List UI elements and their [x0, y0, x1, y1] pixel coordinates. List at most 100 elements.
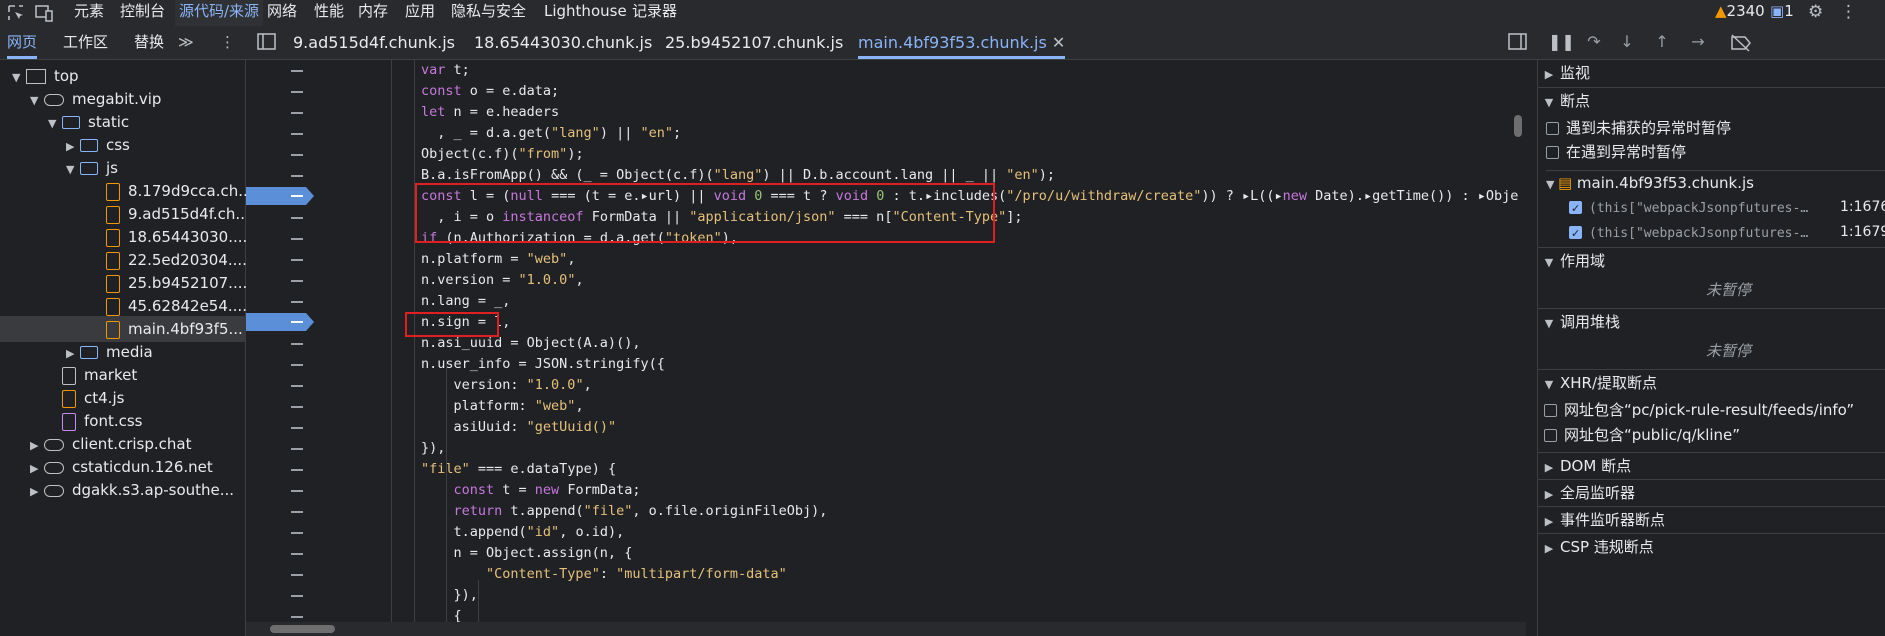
line-marker[interactable] — [291, 448, 303, 450]
breakpoint-item[interactable]: (this["webpackJsonpfutures-… — [1569, 195, 1808, 221]
section-csp-breakpoints[interactable]: ▶ CSP 违规断点 — [1538, 533, 1885, 561]
line-marker[interactable] — [291, 343, 303, 345]
tab-workspace[interactable]: 工作区 — [63, 26, 108, 59]
tab-page[interactable]: 网页 — [7, 26, 38, 59]
toggle-navigator-icon[interactable] — [257, 33, 277, 51]
tab-elements[interactable]: 元素 — [74, 0, 104, 26]
deactivate-breakpoints-icon[interactable] — [1730, 34, 1752, 52]
tab-network[interactable]: 网络 — [267, 0, 297, 26]
code-editor[interactable]: var t; const o = e.data; let n = e.headers… — [246, 60, 1526, 636]
messages-badge[interactable]: ▣1 — [1770, 2, 1794, 20]
line-marker[interactable] — [291, 301, 303, 303]
chevron-right-icon: ▶ — [1544, 542, 1554, 555]
folder-icon — [80, 346, 98, 359]
editor-tab-18-chunk[interactable]: 18.65443030.chunk.js — [474, 26, 652, 59]
section-event-listener-breakpoints[interactable]: ▶ 事件监听器断点 — [1538, 506, 1885, 534]
pause-uncaught-row[interactable]: 遇到未捕获的异常时暂停 — [1546, 116, 1731, 140]
line-marker[interactable] — [291, 553, 303, 555]
horizontal-scroll-thumb[interactable] — [270, 625, 335, 633]
settings-gear-icon[interactable]: ⚙ — [1808, 2, 1823, 22]
warnings-badge[interactable]: ▲2340 — [1715, 2, 1765, 20]
line-marker[interactable] — [291, 595, 303, 597]
xhr-breakpoint-checkbox[interactable] — [1544, 404, 1557, 417]
line-marker[interactable] — [291, 427, 303, 429]
line-marker[interactable] — [291, 154, 303, 156]
tab-lighthouse[interactable]: Lighthouse — [544, 0, 627, 26]
code-line: if (n.Authorization = d.a.get("token"), — [421, 230, 739, 246]
line-marker[interactable] — [291, 91, 303, 93]
line-marker[interactable] — [291, 511, 303, 513]
line-marker[interactable] — [291, 385, 303, 387]
navigator-menu-icon[interactable]: ⋮ — [220, 26, 235, 59]
section-breakpoints[interactable]: ▼ 断点 — [1538, 87, 1885, 115]
tab-memory[interactable]: 内存 — [358, 0, 388, 26]
chevron-right-icon[interactable]: ▶ — [30, 479, 44, 505]
tab-privacy-security[interactable]: 隐私与安全 — [451, 0, 526, 26]
tab-application[interactable]: 应用 — [405, 0, 435, 26]
message-icon: ▣ — [1770, 2, 1785, 20]
step-into-icon[interactable]: ↓ — [1617, 32, 1637, 52]
breakpoint-file-row[interactable]: ▼ ▤ main.4bf93f53.chunk.js — [1546, 170, 1885, 195]
line-marker[interactable] — [291, 490, 303, 492]
more-options-icon[interactable]: ⋮ — [1840, 2, 1857, 22]
section-global-listeners[interactable]: ▶ 全局监听器 — [1538, 479, 1885, 507]
line-marker[interactable] — [291, 112, 303, 114]
tab-sources[interactable]: 源代码/来源 — [175, 0, 264, 29]
breakpoint-marker[interactable] — [246, 187, 314, 205]
breakpoint-marker[interactable] — [246, 313, 314, 331]
section-scope[interactable]: ▼ 作用域 — [1538, 247, 1885, 275]
line-marker[interactable] — [291, 70, 303, 72]
breakpoint-checkbox[interactable] — [1569, 197, 1582, 221]
folder-icon — [80, 139, 98, 152]
line-marker[interactable] — [291, 133, 303, 135]
xhr-breakpoint-item[interactable]: 网址包含“pc/pick-rule-result/feeds/info” — [1544, 398, 1854, 422]
section-callstack[interactable]: ▼ 调用堆栈 — [1538, 308, 1885, 336]
pause-caught-checkbox[interactable] — [1546, 146, 1559, 159]
line-marker[interactable] — [291, 259, 303, 261]
breakpoint-checkbox[interactable] — [1569, 222, 1582, 246]
section-watch[interactable]: ▶ 监视 — [1538, 60, 1885, 87]
line-gutter[interactable] — [246, 60, 326, 636]
xhr-breakpoint-checkbox[interactable] — [1544, 429, 1557, 442]
xhr-breakpoint-item[interactable]: 网址包含“public/q/kline” — [1544, 423, 1740, 447]
step-over-icon[interactable]: ↷ — [1584, 32, 1604, 52]
device-toolbar-icon[interactable] — [34, 3, 54, 23]
more-tabs-icon[interactable]: ≫ — [178, 26, 194, 59]
line-marker[interactable] — [291, 574, 303, 576]
pause-uncaught-checkbox[interactable] — [1546, 122, 1559, 135]
close-tab-icon[interactable]: ✕ — [1052, 33, 1065, 52]
step-out-icon[interactable]: ↑ — [1652, 32, 1672, 52]
code-line: "file" === e.dataType) { — [421, 461, 617, 477]
line-marker[interactable] — [291, 469, 303, 471]
editor-tab-25-chunk[interactable]: 25.b9452107.chunk.js — [665, 26, 843, 59]
line-marker[interactable] — [291, 364, 303, 366]
toggle-debugger-icon[interactable] — [1508, 33, 1528, 51]
chevron-down-icon: ▼ — [1544, 378, 1554, 391]
line-marker[interactable] — [291, 280, 303, 282]
tab-recorder[interactable]: 记录器 — [632, 0, 677, 26]
inspect-element-icon[interactable] — [6, 3, 26, 23]
horizontal-scrollbar[interactable] — [246, 622, 1526, 636]
section-dom-breakpoints[interactable]: ▶ DOM 断点 — [1538, 452, 1885, 480]
pause-caught-row[interactable]: 在遇到异常时暂停 — [1546, 140, 1686, 164]
line-marker[interactable] — [291, 532, 303, 534]
line-marker[interactable] — [291, 238, 303, 240]
tab-console[interactable]: 控制台 — [120, 0, 165, 26]
breakpoint-item[interactable]: (this["webpackJsonpfutures-… — [1569, 220, 1808, 246]
tree-item[interactable]: ▶ dgakk.s3.ap-southe... — [0, 477, 270, 503]
line-marker[interactable] — [291, 175, 303, 177]
tab-overrides[interactable]: 替换 — [134, 26, 164, 59]
line-marker[interactable] — [291, 217, 303, 219]
pause-icon[interactable]: ❚❚ — [1548, 32, 1575, 52]
line-marker[interactable] — [291, 406, 303, 408]
cloud-icon — [44, 461, 64, 474]
step-icon[interactable]: → — [1688, 32, 1708, 52]
editor-tab-9-chunk[interactable]: 9.ad515d4f.chunk.js — [293, 26, 455, 59]
editor-tab-main-chunk[interactable]: main.4bf93f53.chunk.js ✕ — [858, 26, 1066, 59]
line-marker[interactable] — [291, 616, 303, 618]
pause-uncaught-label: 遇到未捕获的异常时暂停 — [1566, 119, 1732, 137]
tab-performance[interactable]: 性能 — [314, 0, 344, 26]
vertical-scroll-thumb[interactable] — [1514, 115, 1522, 137]
section-xhr-breakpoints[interactable]: ▼ XHR/提取断点 — [1538, 369, 1885, 397]
js-file-icon — [106, 228, 120, 247]
